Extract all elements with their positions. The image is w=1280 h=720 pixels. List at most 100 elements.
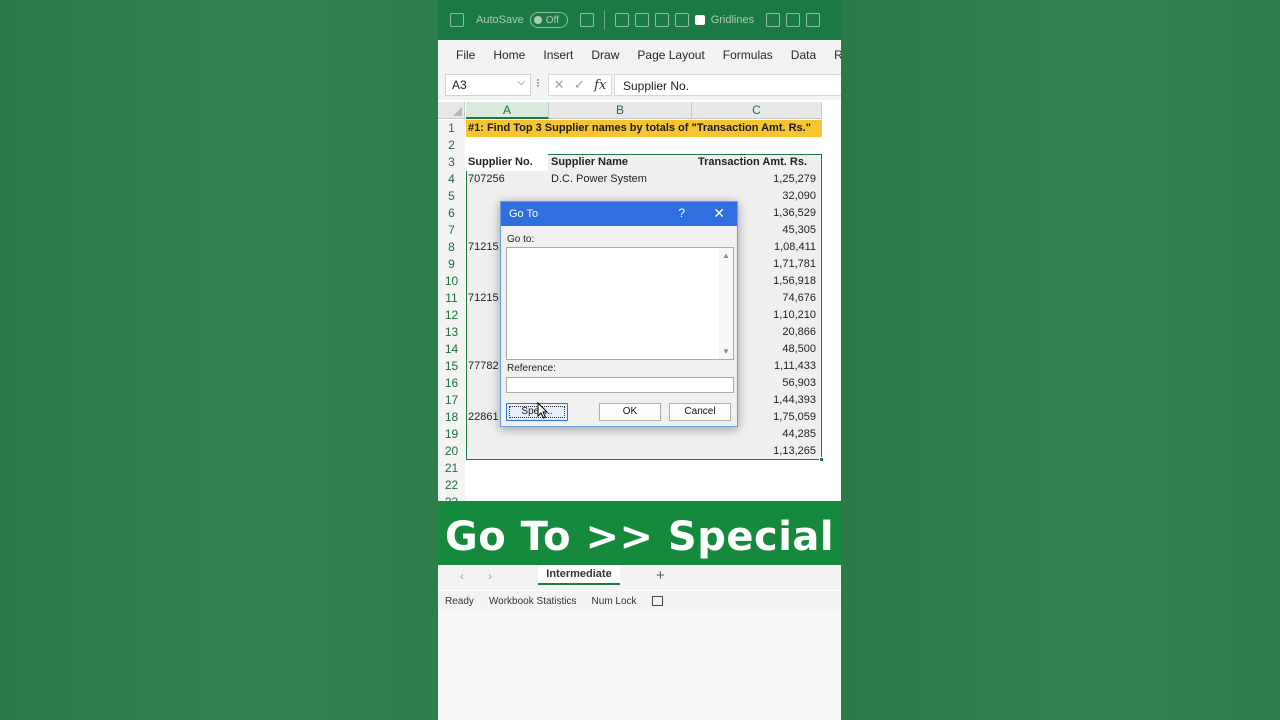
autosave-label: AutoSave — [476, 14, 524, 26]
caption-banner: Go To >> Special — [438, 501, 841, 573]
toolbar-separator — [603, 10, 605, 30]
close-icon[interactable]: ✕ — [713, 205, 725, 222]
sheet-title-cell[interactable]: #1: Find Top 3 Supplier names by totals … — [466, 120, 822, 137]
row-header[interactable]: 12 — [438, 307, 465, 324]
chevron-left-icon[interactable]: ‹ — [460, 569, 464, 583]
row-header[interactable]: 15 — [438, 358, 465, 375]
sheet-tab-bar: ‹ › Intermediate + — [438, 565, 841, 590]
chevron-down-icon[interactable]: ⌵ — [517, 77, 525, 88]
row-header[interactable]: 8 — [438, 239, 465, 256]
cancel-icon[interactable]: ✕ — [554, 77, 565, 93]
header-supplier-name[interactable]: Supplier Name — [551, 154, 628, 171]
autosave-toggle[interactable]: Off — [529, 12, 568, 28]
scroll-up-icon[interactable]: ▲ — [722, 251, 730, 260]
fill-handle[interactable] — [819, 457, 824, 462]
tab-home[interactable]: Home — [484, 48, 534, 62]
goto-list[interactable]: ▲ ▼ — [506, 247, 734, 360]
blank-area — [438, 611, 841, 720]
header-supplier-no[interactable]: Supplier No. — [468, 154, 533, 171]
cell-amount[interactable]: 1,13,265 — [692, 443, 816, 460]
column-header-b[interactable]: B — [549, 102, 692, 119]
function-icon[interactable] — [806, 13, 821, 27]
column-header-c[interactable]: C — [692, 102, 822, 119]
status-bar: Ready Workbook Statistics Num Lock — [438, 591, 841, 611]
select-all-corner[interactable] — [438, 102, 465, 119]
sheet-tab-intermediate[interactable]: Intermediate — [538, 565, 620, 585]
scrollbar[interactable]: ▲ ▼ — [719, 248, 733, 359]
gridlines-checkbox[interactable] — [694, 15, 705, 25]
row-header[interactable]: 5 — [438, 188, 465, 205]
header-transaction-amt[interactable]: Transaction Amt. Rs. — [698, 154, 822, 171]
row-header[interactable]: 4 — [438, 171, 465, 188]
filter-icon[interactable] — [654, 13, 669, 27]
column-header-a[interactable]: A — [466, 102, 549, 119]
name-box-value: A3 — [452, 78, 467, 92]
tab-draw[interactable]: Draw — [582, 48, 628, 62]
row-header[interactable]: 10 — [438, 273, 465, 290]
tab-page-layout[interactable]: Page Layout — [628, 48, 713, 62]
formula-input[interactable]: Supplier No. — [614, 74, 841, 96]
row-header[interactable]: 9 — [438, 256, 465, 273]
status-num-lock: Num Lock — [591, 595, 637, 607]
ok-button[interactable]: OK — [599, 403, 661, 421]
excel-app-icon — [450, 13, 464, 27]
cell-supplier-no[interactable]: 707256 — [468, 171, 505, 188]
cell-supplier-no[interactable]: 22861 — [468, 409, 499, 426]
excel-window: AutoSave Off Gridlines File Home Insert … — [438, 0, 841, 720]
row-header[interactable]: 17 — [438, 392, 465, 409]
row-header[interactable]: 3 — [438, 154, 465, 171]
form-icon[interactable] — [674, 13, 689, 27]
tab-file[interactable]: File — [438, 48, 484, 62]
accessibility-icon[interactable] — [651, 596, 663, 606]
cancel-button[interactable]: Cancel — [669, 403, 731, 421]
row-header[interactable]: 18 — [438, 409, 465, 426]
row-header[interactable]: 2 — [438, 137, 465, 154]
scroll-down-icon[interactable]: ▼ — [722, 347, 730, 356]
toggle-knob — [533, 16, 542, 24]
row-header[interactable]: 19 — [438, 426, 465, 443]
help-icon[interactable]: ? — [678, 206, 685, 220]
cell-supplier-name[interactable]: D.C. Power System — [551, 171, 647, 188]
tab-data[interactable]: Data — [782, 48, 825, 62]
mouse-cursor-icon — [537, 402, 548, 419]
row-header[interactable]: 20 — [438, 443, 465, 460]
tab-insert[interactable]: Insert — [534, 48, 582, 62]
clipboard-icon[interactable] — [614, 13, 629, 27]
row-header[interactable]: 21 — [438, 460, 465, 477]
cell-supplier-no[interactable]: 71215 — [468, 239, 499, 256]
enter-icon[interactable]: ✓ — [574, 77, 585, 93]
row-header[interactable]: 14 — [438, 341, 465, 358]
more-options-icon[interactable]: ⁝ — [536, 76, 540, 90]
cell-supplier-no[interactable]: 71215 — [468, 290, 499, 307]
tab-formulas[interactable]: Formulas — [714, 48, 782, 62]
formula-actions: ✕ ✓ fx — [548, 74, 612, 96]
row-header[interactable]: 22 — [438, 477, 465, 494]
name-box[interactable]: A3 ⌵ — [445, 74, 531, 96]
format-painter-icon[interactable] — [634, 13, 649, 27]
insert-function-icon[interactable]: fx — [594, 78, 606, 93]
status-ready: Ready — [445, 595, 474, 607]
cell-amount[interactable]: 44,285 — [692, 426, 816, 443]
row-header[interactable]: 16 — [438, 375, 465, 392]
cell-amount[interactable]: 1,25,279 — [692, 171, 816, 188]
goto-dialog: Go To ? ✕ Go to: ▲ ▼ Reference: Spec... … — [500, 201, 738, 427]
ribbon-tabs: File Home Insert Draw Page Layout Formul… — [438, 40, 841, 70]
group-icon[interactable] — [786, 13, 801, 27]
row-header[interactable]: 1 — [438, 120, 465, 137]
status-workbook-statistics[interactable]: Workbook Statistics — [489, 596, 577, 607]
row-header[interactable]: 6 — [438, 205, 465, 222]
row-header[interactable]: 11 — [438, 290, 465, 307]
save-icon[interactable] — [579, 13, 594, 27]
dialog-title-bar: Go To ? ✕ — [501, 202, 737, 226]
row-header[interactable]: 7 — [438, 222, 465, 239]
chevron-right-icon[interactable]: › — [488, 569, 492, 583]
tab-review[interactable]: Revie — [825, 48, 841, 62]
formula-bar: A3 ⌵ ⁝ ✕ ✓ fx Supplier No. — [438, 70, 841, 100]
add-sheet-icon[interactable]: + — [656, 567, 665, 584]
row-header[interactable]: 13 — [438, 324, 465, 341]
reference-input[interactable] — [506, 377, 734, 393]
cell-supplier-no[interactable]: 77782 — [468, 358, 499, 375]
table-icon[interactable] — [766, 13, 781, 27]
dialog-title: Go To — [509, 208, 539, 220]
gridlines-label: Gridlines — [710, 14, 755, 26]
